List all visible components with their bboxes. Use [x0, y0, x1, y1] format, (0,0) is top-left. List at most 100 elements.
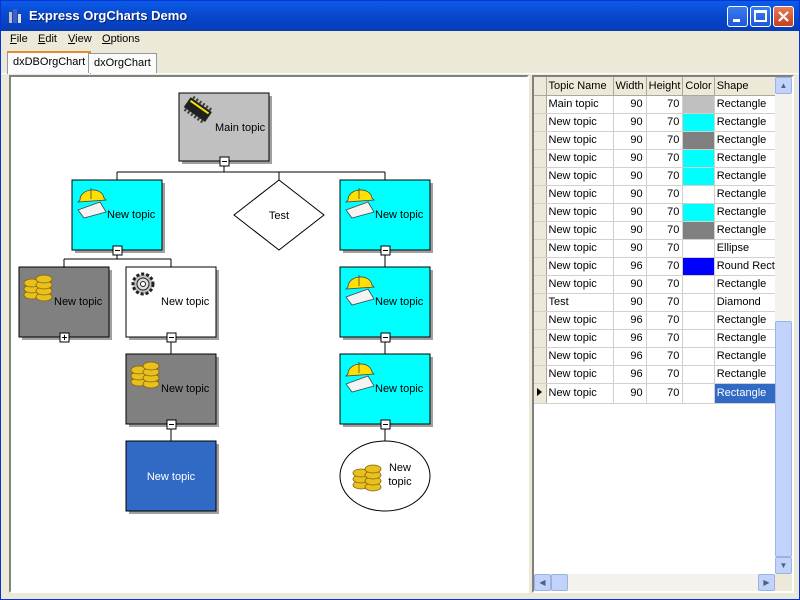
cell-shape[interactable]: Rectangle — [714, 221, 779, 240]
menu-options[interactable]: Options — [102, 33, 140, 45]
cell-width[interactable]: 90 — [613, 113, 647, 132]
table-row[interactable]: New topic 90 70 Rectangle — [534, 113, 779, 132]
row-indicator[interactable] — [534, 113, 547, 132]
column-header[interactable]: Topic Name — [546, 77, 614, 96]
cell-height[interactable]: 70 — [646, 149, 684, 168]
table-row[interactable]: New topic 96 70 Round Rect — [534, 257, 779, 276]
cell-shape[interactable]: Rectangle — [714, 383, 779, 404]
cell-topic-name[interactable]: New topic — [546, 275, 614, 294]
cell-height[interactable]: 70 — [646, 131, 684, 150]
tab-dxorgchart[interactable]: dxOrgChart — [88, 53, 157, 73]
collapse-button[interactable] — [166, 332, 177, 343]
cell-width[interactable]: 96 — [613, 311, 647, 330]
cell-topic-name[interactable]: New topic — [546, 257, 614, 276]
row-indicator[interactable] — [534, 149, 547, 168]
column-header[interactable]: Color — [682, 77, 715, 96]
collapse-button[interactable] — [380, 245, 391, 256]
table-row[interactable]: New topic 90 70 Rectangle — [534, 167, 779, 186]
cell-color[interactable] — [682, 257, 715, 276]
org-node-n10[interactable]: New topic — [339, 440, 431, 512]
column-header[interactable]: Height — [646, 77, 684, 96]
cell-shape[interactable]: Rectangle — [714, 149, 779, 168]
horizontal-scrollbar[interactable]: ◀ ▶ — [534, 574, 775, 591]
cell-color[interactable] — [682, 185, 715, 204]
row-indicator[interactable] — [534, 365, 547, 384]
table-row[interactable]: Main topic 90 70 Rectangle — [534, 95, 779, 114]
table-row[interactable]: Test 90 70 Diamond — [534, 293, 779, 312]
cell-height[interactable]: 70 — [646, 293, 684, 312]
row-indicator[interactable] — [534, 329, 547, 348]
cell-color[interactable] — [682, 383, 715, 404]
cell-height[interactable]: 70 — [646, 347, 684, 366]
menu-file[interactable]: File — [10, 33, 28, 45]
table-row[interactable]: New topic 90 70 Ellipse — [534, 239, 779, 258]
table-row[interactable]: New topic 96 70 Rectangle — [534, 365, 779, 384]
cell-width[interactable]: 90 — [613, 167, 647, 186]
cell-height[interactable]: 70 — [646, 275, 684, 294]
cell-topic-name[interactable]: Main topic — [546, 95, 614, 114]
row-indicator[interactable] — [534, 239, 547, 258]
table-row[interactable]: New topic 96 70 Rectangle — [534, 311, 779, 330]
cell-width[interactable]: 90 — [613, 149, 647, 168]
cell-topic-name[interactable]: New topic — [546, 239, 614, 258]
row-indicator[interactable] — [534, 221, 547, 240]
table-row[interactable]: New topic 90 70 Rectangle — [534, 185, 779, 204]
cell-color[interactable] — [682, 221, 715, 240]
row-indicator[interactable] — [534, 293, 547, 312]
cell-color[interactable] — [682, 95, 715, 114]
cell-shape[interactable]: Rectangle — [714, 167, 779, 186]
row-indicator[interactable] — [534, 311, 547, 330]
cell-height[interactable]: 70 — [646, 365, 684, 384]
cell-shape[interactable]: Rectangle — [714, 95, 779, 114]
cell-width[interactable]: 90 — [613, 221, 647, 240]
cell-color[interactable] — [682, 365, 715, 384]
horizontal-scroll-thumb[interactable] — [551, 574, 568, 591]
table-row[interactable]: New topic 90 70 Rectangle — [534, 203, 779, 222]
cell-width[interactable]: 90 — [613, 275, 647, 294]
cell-topic-name[interactable]: New topic — [546, 329, 614, 348]
cell-topic-name[interactable]: New topic — [546, 347, 614, 366]
cell-shape[interactable]: Rectangle — [714, 347, 779, 366]
cell-height[interactable]: 70 — [646, 113, 684, 132]
cell-shape[interactable]: Rectangle — [714, 275, 779, 294]
collapse-button[interactable] — [219, 156, 230, 167]
cell-topic-name[interactable]: New topic — [546, 149, 614, 168]
scroll-left-button[interactable]: ◀ — [534, 574, 551, 591]
cell-width[interactable]: 90 — [613, 383, 647, 404]
org-node-n3[interactable]: New topic — [339, 179, 433, 253]
maximize-button[interactable] — [750, 6, 771, 27]
vertical-scroll-thumb[interactable] — [775, 321, 792, 557]
row-indicator[interactable] — [534, 347, 547, 366]
cell-topic-name[interactable]: New topic — [546, 311, 614, 330]
scroll-right-button[interactable]: ▶ — [758, 574, 775, 591]
cell-width[interactable]: 90 — [613, 203, 647, 222]
cell-height[interactable]: 70 — [646, 95, 684, 114]
org-node-main[interactable]: Main topic — [178, 92, 272, 164]
row-indicator[interactable] — [534, 275, 547, 294]
org-node-n8[interactable]: New topic — [339, 266, 433, 340]
collapse-button[interactable] — [380, 332, 391, 343]
cell-shape[interactable]: Rectangle — [714, 185, 779, 204]
cell-topic-name[interactable]: New topic — [546, 185, 614, 204]
cell-color[interactable] — [682, 329, 715, 348]
cell-topic-name[interactable]: New topic — [546, 131, 614, 150]
row-indicator[interactable] — [534, 185, 547, 204]
cell-width[interactable]: 90 — [613, 185, 647, 204]
org-chart-pane[interactable]: Main topic New topic Test New topic New topi… — [9, 75, 529, 593]
cell-color[interactable] — [682, 275, 715, 294]
cell-width[interactable]: 96 — [613, 329, 647, 348]
cell-shape[interactable]: Rectangle — [714, 329, 779, 348]
org-node-n7[interactable]: New topic — [125, 440, 219, 514]
title-bar[interactable]: Express OrgCharts Demo — [1, 1, 799, 31]
column-header[interactable]: Shape — [714, 77, 779, 96]
column-header[interactable]: Width — [613, 77, 647, 96]
scroll-down-button[interactable]: ▼ — [775, 557, 792, 574]
org-node-n5[interactable]: New topic — [125, 266, 219, 340]
cell-height[interactable]: 70 — [646, 329, 684, 348]
cell-height[interactable]: 70 — [646, 239, 684, 258]
collapse-button[interactable] — [112, 245, 123, 256]
org-node-n9[interactable]: New topic — [339, 353, 433, 427]
cell-height[interactable]: 70 — [646, 383, 684, 404]
cell-color[interactable] — [682, 239, 715, 258]
cell-width[interactable]: 96 — [613, 257, 647, 276]
